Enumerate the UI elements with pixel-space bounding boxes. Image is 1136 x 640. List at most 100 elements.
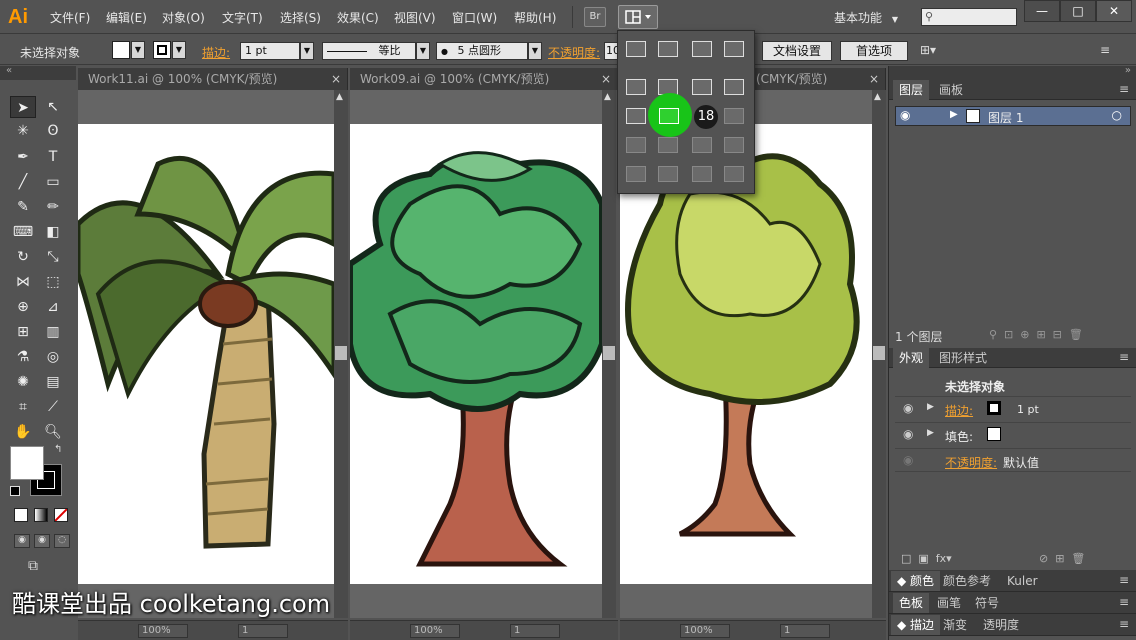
tab-appearance[interactable]: 外观 xyxy=(893,348,930,368)
layout-3-up-columns-icon[interactable] xyxy=(626,108,646,124)
menu-select[interactable]: 选择(S) xyxy=(280,9,321,27)
opacity-field[interactable]: 10 xyxy=(604,42,620,60)
eye-icon[interactable]: ◉ xyxy=(903,427,913,441)
expand-arrow-icon[interactable]: ▶ xyxy=(927,402,934,412)
artboard-tool-icon[interactable]: ⌗ xyxy=(10,396,36,418)
panel-menu-icon[interactable]: ≡ xyxy=(1119,573,1129,587)
appearance-stroke-label[interactable]: 描边: xyxy=(945,402,973,419)
free-transform-tool-icon[interactable]: ⬚ xyxy=(40,271,66,293)
draw-normal-icon[interactable]: ◉ xyxy=(14,534,30,548)
mesh-tool-icon[interactable]: ⊞ xyxy=(10,321,36,343)
layer-row[interactable]: ◉ ▶ 图层 1 ○ xyxy=(895,106,1131,126)
tab-transparency[interactable]: 透明度 xyxy=(977,615,1025,635)
stroke-profile-field[interactable]: 等比 xyxy=(322,42,416,60)
draw-behind-icon[interactable]: ◉ xyxy=(34,534,50,548)
panel-menu-icon[interactable]: ≡ xyxy=(1119,617,1129,631)
fill-swatch[interactable] xyxy=(987,427,1001,441)
document-setup-button[interactable]: 文档设置 xyxy=(762,41,832,61)
magic-wand-tool-icon[interactable]: ✳ xyxy=(10,120,36,142)
canvas-2[interactable] xyxy=(350,90,602,618)
scroll-thumb[interactable] xyxy=(603,346,615,360)
zoom-field-1[interactable]: 100% xyxy=(138,624,188,638)
pencil-tool-icon[interactable]: ✏ xyxy=(40,196,66,218)
bridge-button[interactable]: Br xyxy=(584,7,606,27)
appearance-opacity-row[interactable]: ◉ 不透明度: 默认值 xyxy=(895,448,1131,472)
lasso-tool-icon[interactable]: ʘ xyxy=(40,120,66,142)
layout-grid-icon[interactable] xyxy=(658,41,678,57)
close-tab-icon[interactable]: × xyxy=(601,68,611,90)
target-icon[interactable]: ○ xyxy=(1112,108,1122,122)
canvas-3-scrollbar[interactable]: ▲ xyxy=(872,90,886,618)
hand-tool-icon[interactable]: ✋ xyxy=(10,421,36,443)
blend-tool-icon[interactable]: ◎ xyxy=(40,346,66,368)
default-colors-icon[interactable] xyxy=(10,486,20,496)
layout-3-up-rows-icon[interactable] xyxy=(659,108,679,124)
panel-menu-icon[interactable]: ≡ xyxy=(1119,595,1129,609)
shape-builder-tool-icon[interactable]: ⊕ xyxy=(10,296,36,318)
pen-tool-icon[interactable]: ✒ xyxy=(10,146,36,168)
canvas-1[interactable] xyxy=(78,90,334,618)
expand-icon[interactable]: » xyxy=(1125,65,1131,76)
gradient-mode-icon[interactable] xyxy=(34,508,48,522)
layout-rows-icon[interactable] xyxy=(724,41,744,57)
swap-colors-icon[interactable]: ↰ xyxy=(54,444,62,455)
canvas-2-scrollbar[interactable]: ▲ xyxy=(602,90,616,618)
document-tab-2[interactable]: Work09.ai @ 100% (CMYK/预览) × xyxy=(350,68,618,90)
rotate-tool-icon[interactable]: ↻ xyxy=(10,246,36,268)
tab-brushes[interactable]: 画笔 xyxy=(931,593,967,613)
fill-color-box[interactable] xyxy=(10,446,44,480)
artboard-field-3[interactable]: 1 xyxy=(780,624,830,638)
eraser-tool-icon[interactable]: ◧ xyxy=(40,221,66,243)
workspace-switcher[interactable]: 基本功能 ▼ xyxy=(834,9,898,26)
menu-file[interactable]: 文件(F) xyxy=(50,9,90,27)
type-tool-icon[interactable]: T xyxy=(40,146,66,168)
tab-symbols[interactable]: 符号 xyxy=(969,593,1005,613)
layout-3-up-alt-icon[interactable] xyxy=(724,79,744,95)
stroke-weight-field[interactable]: 1 pt xyxy=(240,42,300,60)
expand-arrow-icon[interactable]: ▶ xyxy=(927,428,934,438)
stroke-label[interactable]: 描边: xyxy=(202,44,230,61)
tab-gradient[interactable]: 渐变 xyxy=(937,615,973,635)
stroke-swatch[interactable] xyxy=(153,41,171,59)
eye-icon[interactable]: ◉ xyxy=(900,108,910,122)
scale-tool-icon[interactable]: ⤡ xyxy=(40,246,66,268)
search-input[interactable]: ⚲ xyxy=(921,8,1017,26)
scroll-up-icon[interactable]: ▲ xyxy=(874,92,884,102)
draw-inside-icon[interactable]: ◌ xyxy=(54,534,70,548)
scroll-thumb[interactable] xyxy=(335,346,347,360)
rectangle-tool-icon[interactable]: ▭ xyxy=(40,171,66,193)
artboard-field-2[interactable]: 1 xyxy=(510,624,560,638)
none-mode-icon[interactable] xyxy=(54,508,68,522)
opacity-label[interactable]: 不透明度: xyxy=(548,44,600,61)
menu-type[interactable]: 文字(T) xyxy=(222,9,263,27)
fill-dropdown[interactable]: ▼ xyxy=(131,41,145,59)
menu-view[interactable]: 视图(V) xyxy=(394,9,436,27)
brush-dropdown[interactable]: ▼ xyxy=(528,42,542,60)
tab-swatches[interactable]: 色板 xyxy=(893,593,930,613)
direct-selection-tool-icon[interactable]: ↖ xyxy=(40,96,66,118)
appearance-stroke-row[interactable]: ◉ ▶ 描边: 1 pt xyxy=(895,396,1131,420)
appearance-fill-row[interactable]: ◉ ▶ 填色: xyxy=(895,422,1131,446)
close-button[interactable]: ✕ xyxy=(1096,0,1132,22)
color-mode-icon[interactable] xyxy=(14,508,28,522)
maximize-button[interactable]: □ xyxy=(1060,0,1096,22)
gradient-tool-icon[interactable]: ▥ xyxy=(40,321,66,343)
tab-graphic-styles[interactable]: 图形样式 xyxy=(933,348,993,368)
menu-effect[interactable]: 效果(C) xyxy=(337,9,379,27)
eyedropper-tool-icon[interactable]: ⚗ xyxy=(10,346,36,368)
panel-menu-icon[interactable]: ≡ xyxy=(1119,82,1129,96)
appearance-opacity-label[interactable]: 不透明度: xyxy=(945,454,997,471)
layer-name[interactable]: 图层 1 xyxy=(988,109,1023,126)
scroll-up-icon[interactable]: ▲ xyxy=(604,92,614,102)
stroke-profile-dropdown[interactable]: ▼ xyxy=(416,42,430,60)
perspective-grid-tool-icon[interactable]: ⊿ xyxy=(40,296,66,318)
slice-tool-icon[interactable]: ⟋ xyxy=(40,396,66,418)
collapse-icon[interactable]: « xyxy=(6,65,12,76)
scroll-up-icon[interactable]: ▲ xyxy=(336,92,346,102)
stroke-dropdown[interactable]: ▼ xyxy=(172,41,186,59)
close-tab-icon[interactable]: × xyxy=(869,68,879,90)
expand-arrow-icon[interactable]: ▶ xyxy=(950,109,958,120)
selection-tool-icon[interactable]: ➤ xyxy=(10,96,36,118)
zoom-field-2[interactable]: 100% xyxy=(410,624,460,638)
tab-color-guide[interactable]: 颜色参考 xyxy=(937,571,997,591)
